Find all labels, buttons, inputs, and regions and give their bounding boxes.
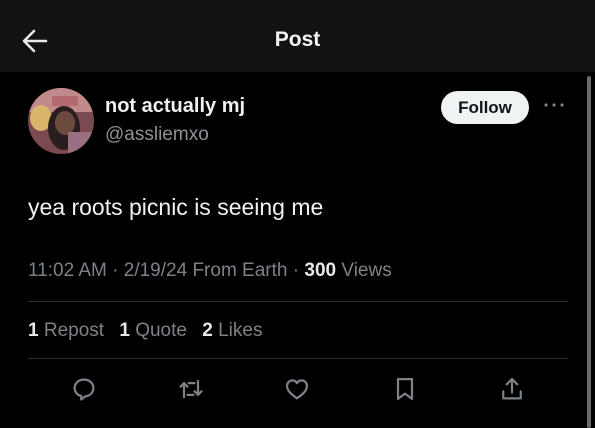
quotes-count: 1: [119, 320, 130, 341]
page-title: Post: [274, 28, 321, 51]
meta-separator: ·: [112, 260, 119, 281]
display-name[interactable]: not actually mj: [105, 95, 245, 118]
top-bar: Post: [0, 0, 595, 72]
post-source: From Earth: [192, 260, 288, 281]
user-handle[interactable]: @assliemxo: [105, 124, 209, 146]
repost-icon: [179, 379, 203, 399]
repost-button[interactable]: [177, 375, 207, 405]
share-icon: [502, 377, 522, 400]
action-bar: [0, 375, 595, 405]
meta-separator: ·: [292, 260, 300, 281]
more-options-button[interactable]: [543, 98, 565, 112]
likes-count: 2: [202, 320, 213, 341]
reposts-label: Repost: [43, 320, 105, 341]
post-meta: 11:02 AM · 2/19/24 From Earth · 300 View…: [28, 260, 392, 282]
bookmark-icon: [396, 377, 414, 401]
post-text: yea roots picnic is seeing me: [28, 194, 324, 220]
reply-icon: [73, 378, 95, 401]
likes-label: Likes: [218, 320, 263, 341]
views-label: Views: [341, 260, 392, 281]
quotes-stat[interactable]: 1 Quote: [119, 320, 187, 341]
like-button[interactable]: [283, 375, 313, 405]
bookmark-button[interactable]: [391, 375, 421, 405]
post-time: 11:02 AM: [28, 260, 107, 281]
likes-stat[interactable]: 2 Likes: [202, 320, 262, 341]
quotes-label: Quote: [135, 320, 187, 341]
reply-button[interactable]: [70, 375, 100, 405]
views-count: 300: [304, 260, 337, 281]
engagement-stats: 1 Repost 1 Quote 2 Likes: [28, 320, 262, 342]
more-horizontal-icon: [544, 103, 564, 107]
divider: [28, 358, 568, 359]
reposts-count: 1: [28, 320, 39, 341]
post-date[interactable]: 2/19/24: [124, 260, 187, 281]
like-icon: [285, 379, 309, 400]
share-button[interactable]: [498, 375, 528, 405]
divider: [28, 301, 568, 302]
follow-button[interactable]: Follow: [441, 91, 529, 124]
profile-photo-icon: [28, 88, 94, 154]
reposts-stat[interactable]: 1 Repost: [28, 320, 104, 341]
avatar[interactable]: [28, 88, 94, 154]
